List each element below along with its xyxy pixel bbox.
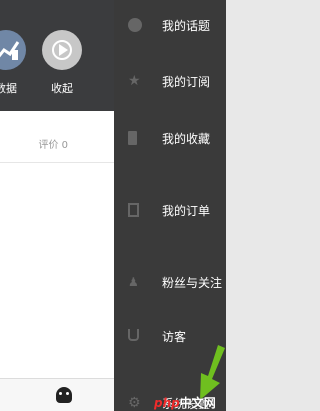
bookmark-icon — [128, 131, 137, 145]
ghost-icon[interactable] — [56, 387, 72, 403]
fans-icon: ♟ — [128, 275, 139, 289]
data-action-label: 数据 — [0, 82, 17, 95]
visitor-icon — [128, 329, 139, 341]
gear-icon: ⚙ — [128, 395, 141, 411]
collapse-action-button[interactable]: 收起 — [38, 30, 86, 96]
data-action-button[interactable]: 数据 — [0, 30, 30, 96]
collapse-action-label: 收起 — [51, 82, 73, 95]
menu-item-my-topics[interactable]: 我的话题 — [114, 10, 226, 40]
menu-item-label: 访客 — [162, 330, 187, 344]
topic-icon — [128, 18, 142, 32]
watermark-php: php — [154, 396, 180, 410]
menu-item-label: 粉丝与关注 — [162, 276, 223, 290]
star-icon: ★ — [128, 73, 141, 89]
rating-row: 评价 0 — [0, 122, 114, 163]
menu-item-fans-and-follows[interactable]: ♟ 粉丝与关注 — [114, 267, 226, 297]
watermark-cn: 中文网 — [179, 396, 216, 410]
menu-item-my-subscriptions[interactable]: ★ 我的订阅 — [114, 66, 226, 96]
menu-item-my-favorites[interactable]: 我的收藏 — [114, 123, 226, 153]
play-circle-icon — [42, 30, 82, 70]
menu-item-label: 我的订阅 — [162, 75, 211, 89]
rating-text: 评价 0 — [38, 140, 68, 151]
menu-item-my-orders[interactable]: 我的订单 — [114, 195, 226, 225]
data-chart-icon — [0, 30, 26, 70]
app-bottom-bar — [0, 378, 114, 411]
menu-item-label: 我的收藏 — [162, 132, 211, 146]
pointer-arrow-icon — [200, 345, 225, 400]
menu-item-label: 我的订单 — [162, 204, 211, 218]
app-header: 数据 收起 — [0, 0, 114, 111]
menu-item-label: 我的话题 — [162, 19, 211, 33]
main-app-screen: 数据 收起 评价 0 — [0, 0, 114, 411]
order-icon — [128, 203, 139, 217]
watermark: php中文网 — [154, 394, 216, 411]
